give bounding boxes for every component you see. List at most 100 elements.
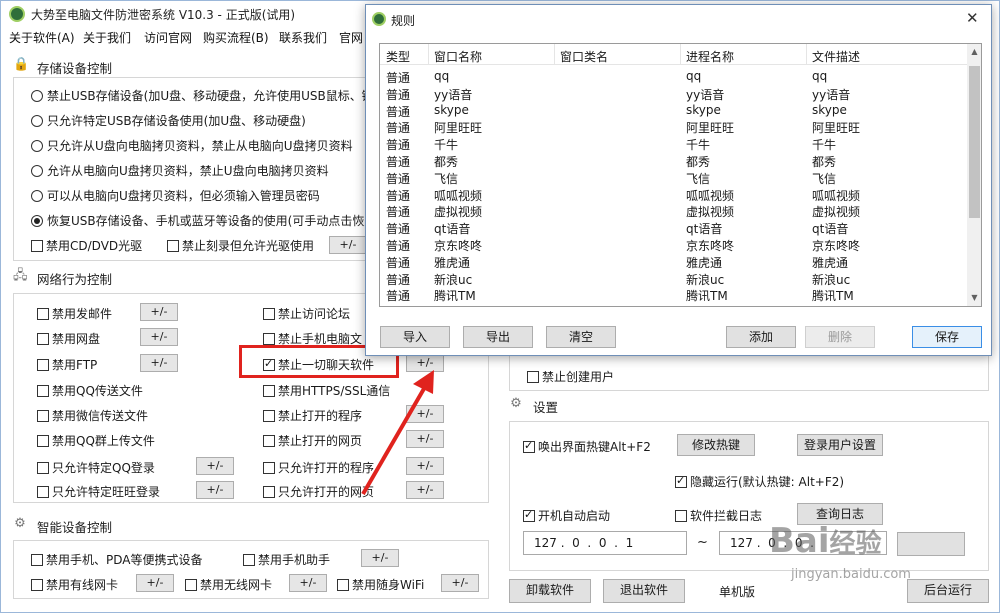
radio-restore-usb[interactable]: 恢复USB存储设备、手机或蓝牙等设备的使用(可手动点击恢复i	[31, 212, 380, 229]
menu-about-software[interactable]: 关于软件(A)	[9, 29, 75, 46]
menu-official[interactable]: 官网	[339, 29, 363, 46]
checkbox[interactable]	[675, 510, 687, 522]
import-button[interactable]: 导入	[380, 326, 450, 348]
radio-specific-usb[interactable]: 只允许特定USB存储设备使用(加U盘、移动硬盘)	[31, 112, 306, 129]
radio-pc-to-usb[interactable]: 允许从电脑向U盘拷贝资料，禁止U盘向电脑拷贝资料	[31, 162, 329, 179]
radio-button[interactable]	[31, 90, 43, 102]
checkbox[interactable]	[263, 410, 275, 422]
menu-contact[interactable]: 联系我们	[279, 29, 327, 46]
checkbox[interactable]	[31, 554, 43, 566]
checkbox-checked[interactable]	[675, 474, 687, 488]
checkbox-hidden-run[interactable]: 隐藏运行(默认热键: Alt+F2)	[675, 473, 844, 490]
column-header-file-desc[interactable]: 文件描述	[812, 48, 860, 65]
checkbox-specific-qq[interactable]: 只允许特定QQ登录	[37, 459, 155, 476]
table-row[interactable]: 普通 新浪uc 新浪uc 新浪uc	[380, 270, 967, 287]
checkbox-disable-burn[interactable]: 禁止刻录但允许光驱使用	[167, 237, 314, 254]
table-row[interactable]: 普通 都秀 都秀 都秀	[380, 152, 967, 169]
checkbox[interactable]	[37, 359, 49, 371]
checkbox-disable-wired-nic[interactable]: 禁用有线网卡	[31, 576, 118, 593]
scroll-down-icon[interactable]: ▼	[967, 290, 981, 306]
checkbox[interactable]	[185, 579, 197, 591]
checkbox-disable-phone-assistant[interactable]: 禁用手机助手	[243, 551, 330, 568]
scroll-thumb[interactable]	[969, 66, 980, 218]
table-row[interactable]: 普通 qt语音 qt语音 qt语音	[380, 219, 967, 236]
modify-hotkey-button[interactable]: 修改热键	[677, 434, 755, 456]
uninstall-button[interactable]: 卸载软件	[509, 579, 591, 603]
checkbox[interactable]	[167, 240, 179, 252]
checkbox[interactable]	[31, 240, 43, 252]
table-row[interactable]: 普通 京东咚咚 京东咚咚 京东咚咚	[380, 236, 967, 253]
ip-confirm-button[interactable]	[897, 532, 965, 556]
checkbox[interactable]	[243, 554, 255, 566]
table-row[interactable]: 普通 呱呱视频 呱呱视频 呱呱视频	[380, 186, 967, 203]
checkbox[interactable]	[263, 486, 275, 498]
rules-list[interactable]: 类型 窗口名称 窗口类名 进程名称 文件描述 普通 qq qq qq 普通 yy语音 yy语…	[379, 43, 982, 307]
table-row[interactable]: 普通 雅虎通 雅虎通 雅虎通	[380, 253, 967, 270]
specific-qq-config-button[interactable]: +/-	[196, 457, 234, 475]
checkbox[interactable]	[263, 385, 275, 397]
checkbox[interactable]	[527, 371, 539, 383]
checkbox-specific-wangwang[interactable]: 只允许特定旺旺登录	[37, 483, 160, 500]
checkbox[interactable]	[37, 435, 49, 447]
column-divider[interactable]	[680, 44, 681, 65]
checkbox-autostart[interactable]: 开机自动启动	[523, 507, 610, 524]
table-row[interactable]: 普通 虚拟视频 虚拟视频 虚拟视频	[380, 202, 967, 219]
netdisk-config-button[interactable]: +/-	[140, 328, 178, 346]
radio-button[interactable]	[31, 140, 43, 152]
checkbox-block-forum[interactable]: 禁止访问论坛	[263, 305, 350, 322]
radio-button[interactable]	[31, 115, 43, 127]
table-row[interactable]: 普通 yy语音 yy语音 yy语音	[380, 85, 967, 102]
radio-button[interactable]	[31, 165, 43, 177]
vertical-scrollbar[interactable]: ▲ ▼	[967, 44, 981, 306]
column-header-window-name[interactable]: 窗口名称	[434, 48, 482, 65]
menu-about-us[interactable]: 关于我们	[83, 29, 131, 46]
radio-block-usb[interactable]: 禁止USB存储设备(加U盘、移动硬盘，允许使用USB鼠标、键盘	[31, 87, 386, 104]
radio-button[interactable]	[31, 190, 43, 202]
scroll-up-icon[interactable]: ▲	[967, 44, 981, 60]
checkbox[interactable]	[37, 486, 49, 498]
table-row[interactable]: 普通 腾讯TM 腾讯TM 腾讯TM	[380, 286, 967, 303]
clear-button[interactable]: 清空	[546, 326, 616, 348]
menu-website[interactable]: 访问官网	[144, 29, 192, 46]
close-icon[interactable]: ✕	[966, 9, 979, 27]
wireless-nic-config-button[interactable]: +/-	[289, 574, 327, 592]
checkbox-disable-wechat-file[interactable]: 禁用微信传送文件	[37, 407, 148, 424]
ftp-config-button[interactable]: +/-	[140, 354, 178, 372]
checkbox[interactable]	[337, 579, 349, 591]
table-row[interactable]: 普通 qq qq qq	[380, 68, 967, 85]
checkbox[interactable]	[263, 435, 275, 447]
checkbox[interactable]	[31, 579, 43, 591]
checkbox-disable-qq-group[interactable]: 禁用QQ群上传文件	[37, 432, 155, 449]
checkbox[interactable]	[37, 385, 49, 397]
column-header-process-name[interactable]: 进程名称	[686, 48, 734, 65]
checkbox-disable-qq-file[interactable]: 禁用QQ传送文件	[37, 382, 143, 399]
specific-wangwang-config-button[interactable]: +/-	[196, 481, 234, 499]
column-divider[interactable]	[806, 44, 807, 65]
email-config-button[interactable]: +/-	[140, 303, 178, 321]
column-header-window-class[interactable]: 窗口类名	[560, 48, 608, 65]
background-run-button[interactable]: 后台运行	[907, 579, 989, 603]
column-header-type[interactable]: 类型	[386, 48, 410, 65]
checkbox-hotkey[interactable]: 唤出界面热键Alt+F2	[523, 438, 651, 455]
wifi-config-button[interactable]: +/-	[441, 574, 479, 592]
burn-config-button[interactable]: +/-	[329, 236, 367, 254]
checkbox[interactable]	[37, 410, 49, 422]
table-row[interactable]: 普通 千牛 千牛 千牛	[380, 135, 967, 152]
checkbox-disable-email[interactable]: 禁用发邮件	[37, 305, 112, 322]
checkbox[interactable]	[263, 308, 275, 320]
wired-nic-config-button[interactable]: +/-	[136, 574, 174, 592]
checkbox-disable-wireless-nic[interactable]: 禁用无线网卡	[185, 576, 272, 593]
column-divider[interactable]	[554, 44, 555, 65]
phone-assistant-config-button[interactable]: +/-	[361, 549, 399, 567]
checkbox[interactable]	[37, 308, 49, 320]
exit-button[interactable]: 退出软件	[603, 579, 685, 603]
add-button[interactable]: 添加	[726, 326, 796, 348]
checkbox-checked[interactable]	[523, 439, 535, 453]
radio-button-selected[interactable]	[31, 215, 43, 227]
checkbox-disable-portable[interactable]: 禁用手机、PDA等便携式设备	[31, 551, 202, 568]
column-divider[interactable]	[428, 44, 429, 65]
table-row[interactable]: 普通 可聊 可聊 可聊	[380, 303, 967, 306]
checkbox-intercept-log[interactable]: 软件拦截日志	[675, 507, 762, 524]
checkbox[interactable]	[263, 333, 275, 345]
checkbox-disable-wifi[interactable]: 禁用随身WiFi	[337, 576, 424, 593]
